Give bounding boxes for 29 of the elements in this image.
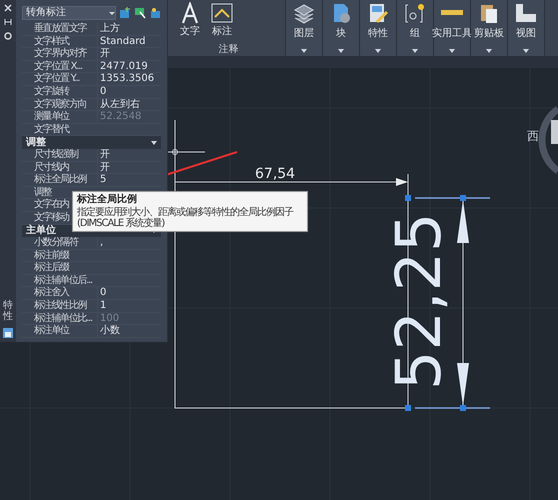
dimension-text: 52,25 [382, 212, 455, 390]
tooltip-text: 指定要应用到大小、距离或偏移等特性的全局比例因子 (DIMSCALE 系统变量) [77, 207, 294, 229]
property-label: 标注线性比例 [34, 300, 86, 312]
property-label: 标注辅单位后... [34, 274, 92, 286]
property-label: 文字位置 X... [34, 60, 82, 72]
dimension-text: 67,54 [255, 166, 296, 182]
property-label: 标注全局比例 [34, 174, 86, 186]
property-label: 文字位置 Y... [34, 73, 80, 85]
property-label: 标注单位 [34, 325, 69, 337]
property-label: 尺寸线内 [34, 162, 69, 174]
property-label: 文字移动 [34, 212, 69, 224]
property-label: 标注后缀 [34, 262, 69, 274]
property-label: 尺寸线强制 [34, 148, 78, 161]
property-label: 文字界内对齐 [34, 48, 86, 60]
property-label: 标注前缀 [34, 250, 69, 262]
property-label: 文字样式 [34, 36, 69, 48]
property-label: 小数分隔符 [34, 237, 78, 249]
property-label: 标注舍入 [34, 287, 69, 300]
viewcube-label: 西 [527, 129, 539, 143]
property-label: 测量单位 [34, 111, 69, 123]
property-label: 文字在内 [34, 199, 69, 211]
tooltip-title: 标注全局比例 [77, 194, 138, 206]
palette-title: 特性 [3, 300, 13, 322]
property-label: 文字观察方向 [34, 98, 86, 110]
property-label: 标注辅单位比... [34, 312, 92, 324]
property-label: 文字替代 [34, 124, 69, 136]
property-label: 垂直放置文字 [34, 23, 86, 35]
property-label: 调整 [34, 186, 52, 198]
property-label: 文字旋转 [34, 86, 69, 98]
